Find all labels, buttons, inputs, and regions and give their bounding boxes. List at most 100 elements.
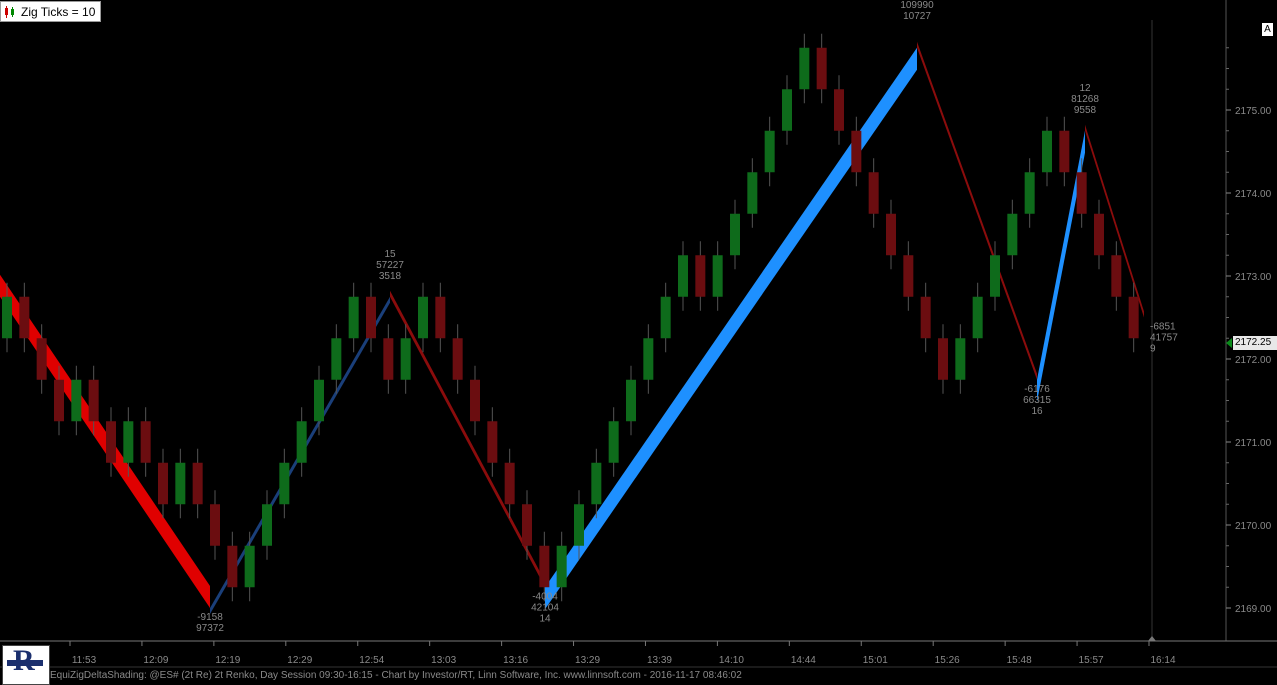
x-tick-label: 13:39 [647, 655, 672, 666]
zig-value-label: 41757 [1150, 333, 1178, 344]
y-tick-label: 2169.00 [1235, 604, 1272, 615]
x-tick-label: 11:53 [72, 655, 97, 666]
renko-chart[interactable]: -91589737215572273518-400442104141099901… [0, 0, 1277, 684]
up-brick [418, 296, 428, 339]
down-brick [158, 462, 168, 505]
up-brick [730, 213, 740, 256]
down-brick [452, 338, 463, 380]
y-tick-label: 2175.00 [1235, 106, 1272, 117]
zig-segment [390, 290, 545, 588]
down-brick [36, 338, 47, 380]
zig-value-label: 57227 [376, 260, 404, 271]
y-tick-label: 2173.00 [1235, 272, 1272, 283]
x-tick-label: 12:19 [215, 655, 240, 666]
up-brick [782, 89, 792, 131]
time-axis: 11:53 12:09 12:19 12:29 12:54 13:03 13:16 13:29… [69, 641, 1176, 666]
down-brick [938, 338, 948, 380]
up-brick [314, 379, 324, 422]
up-brick [2, 296, 12, 339]
down-brick [140, 421, 151, 463]
y-tick-label: 2170.00 [1235, 521, 1272, 532]
price-axis: 2175.00 2174.00 2173.00 2172.00 2171.00 2170.… [1226, 47, 1272, 615]
up-brick [626, 379, 636, 422]
up-brick [972, 296, 983, 339]
up-brick [643, 338, 654, 380]
down-brick [695, 255, 706, 297]
zig-value-label: -6176 [1024, 384, 1050, 395]
up-brick [799, 47, 810, 90]
up-brick [348, 296, 359, 339]
up-brick [955, 338, 966, 380]
candlestick-icon [3, 5, 17, 19]
down-brick [470, 379, 480, 422]
autoscale-button[interactable]: A [1262, 23, 1273, 36]
indicator-badge[interactable]: Zig Ticks = 10 [0, 1, 102, 22]
zig-value-label: 12 [1079, 83, 1091, 94]
up-brick [400, 338, 411, 380]
down-brick [522, 504, 532, 546]
down-brick [920, 296, 931, 339]
zig-value-label: 81268 [1071, 94, 1099, 105]
up-brick [990, 255, 1000, 297]
zig-value-label: 109990 [900, 0, 934, 11]
y-tick-label: 2174.00 [1235, 189, 1272, 200]
up-brick [331, 338, 342, 380]
x-tick-label: 13:16 [503, 655, 528, 666]
x-tick-label: 13:03 [431, 655, 456, 666]
down-brick [539, 545, 550, 588]
down-brick [106, 421, 116, 463]
up-brick [712, 255, 723, 297]
zig-value-label: 9558 [1074, 105, 1097, 116]
down-brick [366, 296, 376, 339]
y-tick-label: 2171.00 [1235, 438, 1272, 449]
down-brick [834, 89, 844, 131]
x-tick-label: 15:57 [1079, 655, 1104, 666]
x-tick-label: 12:09 [143, 655, 168, 666]
zig-value-label: 16 [1031, 406, 1043, 417]
zig-value-label: 9 [1150, 344, 1156, 355]
up-brick [608, 421, 619, 463]
down-brick [1111, 255, 1122, 297]
zig-value-label: -4004 [532, 591, 558, 602]
zig-value-label: 66315 [1023, 395, 1051, 406]
down-brick [54, 379, 64, 422]
linnsoft-logo: R [2, 644, 50, 685]
x-tick-label: 16:14 [1150, 655, 1175, 666]
x-tick-label: 14:44 [791, 655, 816, 666]
zig-value-label: -9158 [197, 612, 223, 623]
down-brick [435, 296, 446, 339]
current-price-label: 2172.25 [1233, 336, 1277, 350]
down-brick [383, 338, 394, 380]
zig-value-label: 15 [384, 249, 396, 260]
x-tick-label: 14:10 [719, 655, 744, 666]
down-brick [1059, 130, 1070, 173]
up-brick [296, 421, 307, 463]
x-tick-label: 15:48 [1007, 655, 1032, 666]
zig-value-label: 10727 [903, 11, 931, 22]
indicator-label: Zig Ticks = 10 [21, 4, 96, 19]
zig-value-label: -6851 [1150, 322, 1176, 333]
up-brick [279, 462, 290, 505]
x-tick-label: 13:29 [575, 655, 600, 666]
down-brick [816, 47, 827, 90]
renko-bricks [2, 33, 1139, 602]
time-cursor-marker [1148, 636, 1156, 641]
down-brick [1094, 213, 1104, 256]
x-tick-label: 12:54 [359, 655, 384, 666]
up-brick [764, 130, 775, 173]
x-tick-label: 12:29 [287, 655, 312, 666]
down-brick [88, 379, 99, 422]
x-tick-label: 15:26 [935, 655, 960, 666]
down-brick [19, 296, 30, 339]
down-brick [504, 462, 515, 505]
down-brick [903, 255, 914, 297]
zig-value-label: 42104 [531, 602, 559, 613]
up-brick [574, 504, 584, 546]
down-brick [210, 504, 220, 546]
up-brick [1007, 213, 1018, 256]
last-price-marker [1226, 338, 1232, 348]
down-brick [227, 545, 238, 588]
x-tick-label: 15:01 [863, 655, 888, 666]
y-tick-label: 2172.00 [1235, 355, 1272, 366]
up-brick [660, 296, 671, 339]
